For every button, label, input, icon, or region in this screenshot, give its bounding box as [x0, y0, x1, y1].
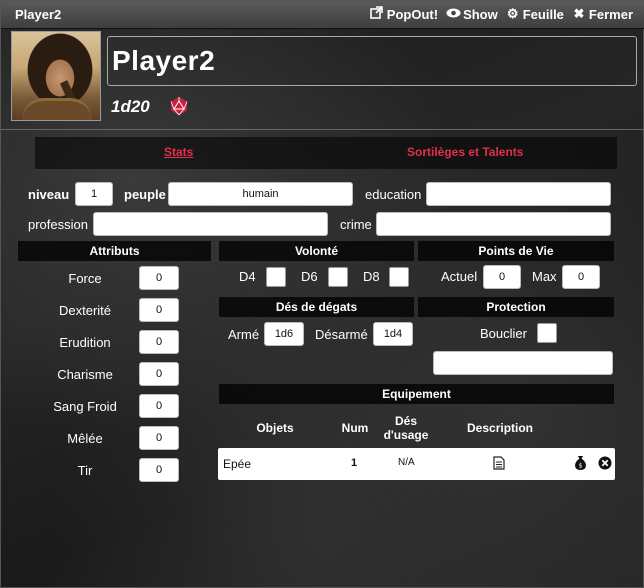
title-bar[interactable]: Player2 PopOut! Show ⚙ Feuille ✖ Fermer [1, 1, 644, 29]
popout-button[interactable]: PopOut! [370, 6, 438, 22]
tab-bar [35, 137, 617, 169]
profession-label: profession [28, 217, 88, 232]
volonte-d4-label: D4 [239, 269, 256, 284]
attribut-dexterite-input[interactable]: 0 [139, 298, 179, 322]
equipement-num[interactable]: 1 [351, 457, 357, 469]
arme-label: Armé [228, 327, 260, 342]
points-de-vie-header: Points de Vie [418, 241, 614, 261]
volonte-d6-label: D6 [301, 269, 318, 284]
equipement-row[interactable]: Epée 1 N/A $ [218, 448, 615, 480]
attribut-sang-froid-label: Sang Froid [53, 399, 117, 414]
max-label: Max [532, 269, 557, 284]
attribut-dexterite-label: Dexterité [58, 303, 112, 318]
attribut-charisme-label: Charisme [57, 367, 113, 382]
money-bag-icon[interactable]: $ [573, 455, 588, 474]
fermer-label: Fermer [588, 6, 633, 22]
delete-row-icon[interactable] [598, 456, 612, 473]
equipement-header: Equipement [219, 384, 614, 404]
education-input[interactable] [426, 182, 611, 206]
attribut-melee-label: Mêlée [67, 431, 103, 446]
volonte-d8-checkbox[interactable] [389, 267, 409, 287]
hit-die-label: 1d20 [111, 97, 150, 116]
equipement-des-usage[interactable]: N/A [398, 457, 415, 468]
feuille-button[interactable]: ⚙ Feuille [506, 6, 564, 22]
header-divider [1, 129, 644, 130]
arme-input[interactable]: 1d6 [264, 322, 304, 346]
col-num: Num [341, 421, 369, 435]
tab-sortileges-talents[interactable]: Sortilèges et Talents [407, 145, 523, 159]
profession-input[interactable] [93, 212, 328, 236]
bouclier-checkbox[interactable] [537, 323, 557, 343]
attribut-tir-label: Tir [77, 463, 93, 478]
character-sheet-window: Player2 PopOut! Show ⚙ Feuille ✖ Fermer [0, 0, 644, 588]
window-title: Player2 [15, 7, 62, 22]
attribut-force-input[interactable]: 0 [139, 266, 179, 290]
col-des-usage: Dés d'usage [383, 414, 429, 442]
protection-input[interactable] [433, 351, 613, 375]
attribut-melee-input[interactable]: 0 [139, 426, 179, 450]
popout-icon [370, 6, 384, 22]
niveau-input[interactable]: 1 [75, 182, 113, 206]
attribut-charisme-input[interactable]: 0 [139, 362, 179, 386]
popout-label: PopOut! [386, 6, 439, 22]
fermer-button[interactable]: ✖ Fermer [572, 6, 633, 22]
des-degats-header: Dés de dégats [219, 297, 414, 317]
feuille-label: Feuille [522, 6, 564, 22]
attribut-sang-froid-input[interactable]: 0 [139, 394, 179, 418]
tab-stats[interactable]: Stats [164, 145, 193, 159]
desarme-label: Désarmé [315, 327, 368, 342]
attributs-header: Attributs [18, 241, 211, 261]
gear-icon: ⚙ [506, 6, 519, 21]
character-name-field[interactable]: Player2 [107, 36, 637, 86]
d20-dice-icon[interactable] [169, 96, 189, 116]
attribut-tir-input[interactable]: 0 [139, 458, 179, 482]
close-icon: ✖ [573, 6, 585, 21]
volonte-header: Volonté [219, 241, 414, 261]
max-input[interactable]: 0 [562, 265, 600, 289]
volonte-d4-checkbox[interactable] [266, 267, 286, 287]
crime-label: crime [340, 217, 372, 232]
peuple-input[interactable]: humain [168, 182, 353, 206]
crime-input[interactable] [376, 212, 611, 236]
col-description: Description [467, 421, 534, 435]
volonte-d6-checkbox[interactable] [328, 267, 348, 287]
show-label: Show [463, 6, 498, 22]
bouclier-label: Bouclier [480, 326, 527, 341]
character-portrait[interactable] [11, 31, 101, 121]
education-label: education [365, 187, 422, 202]
show-button[interactable]: Show [446, 6, 498, 22]
title-actions: PopOut! Show ⚙ Feuille ✖ Fermer [370, 6, 633, 22]
desarme-input[interactable]: 1d4 [373, 322, 413, 346]
actuel-input[interactable]: 0 [483, 265, 521, 289]
niveau-label: niveau [28, 187, 70, 202]
description-icon[interactable] [493, 456, 505, 473]
peuple-label: peuple [124, 187, 166, 202]
attribut-force-label: Force [68, 271, 102, 286]
equipement-objet[interactable]: Epée [223, 457, 251, 471]
eye-icon [446, 7, 461, 22]
volonte-d8-label: D8 [363, 269, 380, 284]
attribut-erudition-label: Erudition [59, 335, 111, 350]
svg-text:$: $ [579, 463, 583, 470]
actuel-label: Actuel [441, 269, 478, 284]
attribut-erudition-input[interactable]: 0 [139, 330, 179, 354]
protection-header: Protection [418, 297, 614, 317]
col-objets: Objets [256, 421, 294, 435]
